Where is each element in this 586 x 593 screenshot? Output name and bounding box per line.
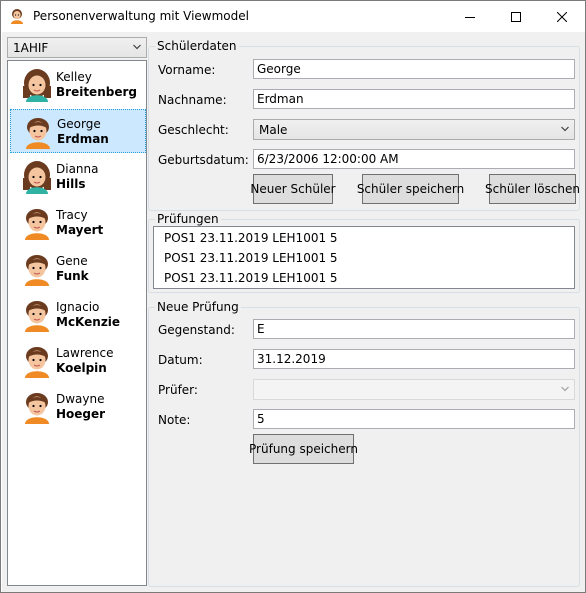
list-item[interactable]: Ignacio McKenzie (10, 293, 146, 337)
chevron-down-icon (133, 44, 141, 50)
person-last-name: Hills (56, 177, 86, 191)
list-item[interactable]: Lawrence Koelpin (10, 339, 146, 383)
date-field[interactable]: 31.12.2019 (253, 349, 575, 369)
person-first-name: Dianna (56, 162, 99, 176)
app-window: Personenverwaltung mit Viewmodel 1AHIF K… (0, 0, 586, 593)
firstname-field[interactable]: George (253, 59, 575, 79)
list-item[interactable]: Dwayne Hoeger (10, 385, 146, 429)
class-select-value: 1AHIF (13, 41, 49, 55)
close-button[interactable] (539, 1, 585, 32)
exams-group-title: Prüfungen (155, 212, 221, 226)
male-avatar-icon (25, 347, 49, 378)
subject-label: Gegenstand: (158, 323, 235, 337)
person-last-name: Funk (56, 269, 89, 283)
person-last-name: Koelpin (56, 361, 107, 375)
person-first-name: Ignacio (56, 300, 100, 314)
person-first-name: Tracy (56, 208, 88, 222)
person-last-name: Mayert (56, 223, 104, 237)
list-item[interactable]: Tracy Mayert (10, 201, 146, 245)
male-avatar-icon (25, 209, 49, 240)
birthdate-label: Geburtsdatum: (158, 153, 249, 167)
male-avatar-icon (25, 393, 49, 424)
student-list[interactable]: Kelley Breitenberg George Erdman Dianna Hills… (7, 60, 147, 586)
person-first-name: Lawrence (56, 346, 114, 360)
person-last-name: Erdman (57, 132, 109, 146)
male-avatar-icon (25, 255, 49, 286)
person-first-name: Kelley (56, 70, 92, 84)
exam-list-item[interactable]: POS1 23.11.2019 LEH1001 5 (164, 251, 338, 265)
male-avatar-icon (25, 301, 49, 332)
lastname-value: Erdman (257, 92, 304, 106)
maximize-icon (511, 11, 521, 22)
minimize-icon (465, 16, 475, 18)
list-item[interactable]: Dianna Hills (10, 155, 146, 199)
person-first-name: George (57, 117, 101, 131)
person-first-name: Gene (56, 254, 88, 268)
grade-label: Note: (158, 413, 191, 427)
title-bar[interactable]: Personenverwaltung mit Viewmodel (1, 1, 585, 32)
delete-student-button[interactable]: Schüler löschen (485, 174, 580, 204)
exam-list-item[interactable]: POS1 23.11.2019 LEH1001 5 (164, 231, 338, 245)
subject-field[interactable]: E (253, 319, 575, 339)
client-area: 1AHIF Kelley Breitenberg George Erdman Diann… (2, 32, 585, 592)
person-first-name: Dwayne (56, 392, 105, 406)
class-select[interactable]: 1AHIF (7, 37, 147, 58)
save-student-button[interactable]: Schüler speichern (357, 174, 464, 204)
female-avatar-icon (23, 69, 51, 102)
student-data-group-title: Schülerdaten (155, 39, 239, 53)
lastname-field[interactable]: Erdman (253, 89, 575, 109)
birthdate-value: 6/23/2006 12:00:00 AM (257, 152, 399, 166)
app-person-icon (11, 9, 23, 24)
new-exam-group-title: Neue Prüfung (155, 300, 241, 314)
person-last-name: McKenzie (56, 315, 121, 329)
birthdate-field[interactable]: 6/23/2006 12:00:00 AM (253, 149, 575, 169)
grade-value: 5 (257, 412, 265, 426)
gender-select-value: Male (259, 123, 288, 137)
window-title: Personenverwaltung mit Viewmodel (33, 9, 249, 23)
female-avatar-icon (23, 161, 51, 194)
date-value: 31.12.2019 (257, 352, 326, 366)
male-avatar-icon (26, 118, 50, 149)
exam-list-item[interactable]: POS1 23.11.2019 LEH1001 5 (164, 271, 338, 285)
maximize-button[interactable] (493, 1, 539, 32)
list-item[interactable]: Gene Funk (10, 247, 146, 291)
exams-list[interactable]: POS1 23.11.2019 LEH1001 5 POS1 23.11.2019… (153, 226, 575, 289)
gender-select[interactable]: Male (253, 119, 575, 140)
new-student-button[interactable]: Neuer Schüler (250, 174, 336, 204)
gender-label: Geschlecht: (158, 123, 229, 137)
examiner-select[interactable] (253, 379, 575, 400)
list-item[interactable]: George Erdman (10, 109, 146, 153)
lastname-label: Nachname: (158, 93, 227, 107)
close-icon (557, 11, 567, 22)
firstname-label: Vorname: (158, 63, 216, 77)
subject-value: E (257, 322, 265, 336)
list-item[interactable]: Kelley Breitenberg (10, 63, 146, 107)
minimize-button[interactable] (447, 1, 493, 32)
chevron-down-icon (561, 386, 569, 392)
grade-field[interactable]: 5 (253, 409, 575, 429)
date-label: Datum: (158, 353, 203, 367)
chevron-down-icon (561, 126, 569, 132)
person-last-name: Breitenberg (56, 85, 137, 99)
examiner-label: Prüfer: (158, 383, 198, 397)
person-last-name: Hoeger (56, 407, 106, 421)
save-exam-button[interactable]: Prüfung speichern (249, 434, 358, 464)
firstname-value: George (257, 62, 301, 76)
